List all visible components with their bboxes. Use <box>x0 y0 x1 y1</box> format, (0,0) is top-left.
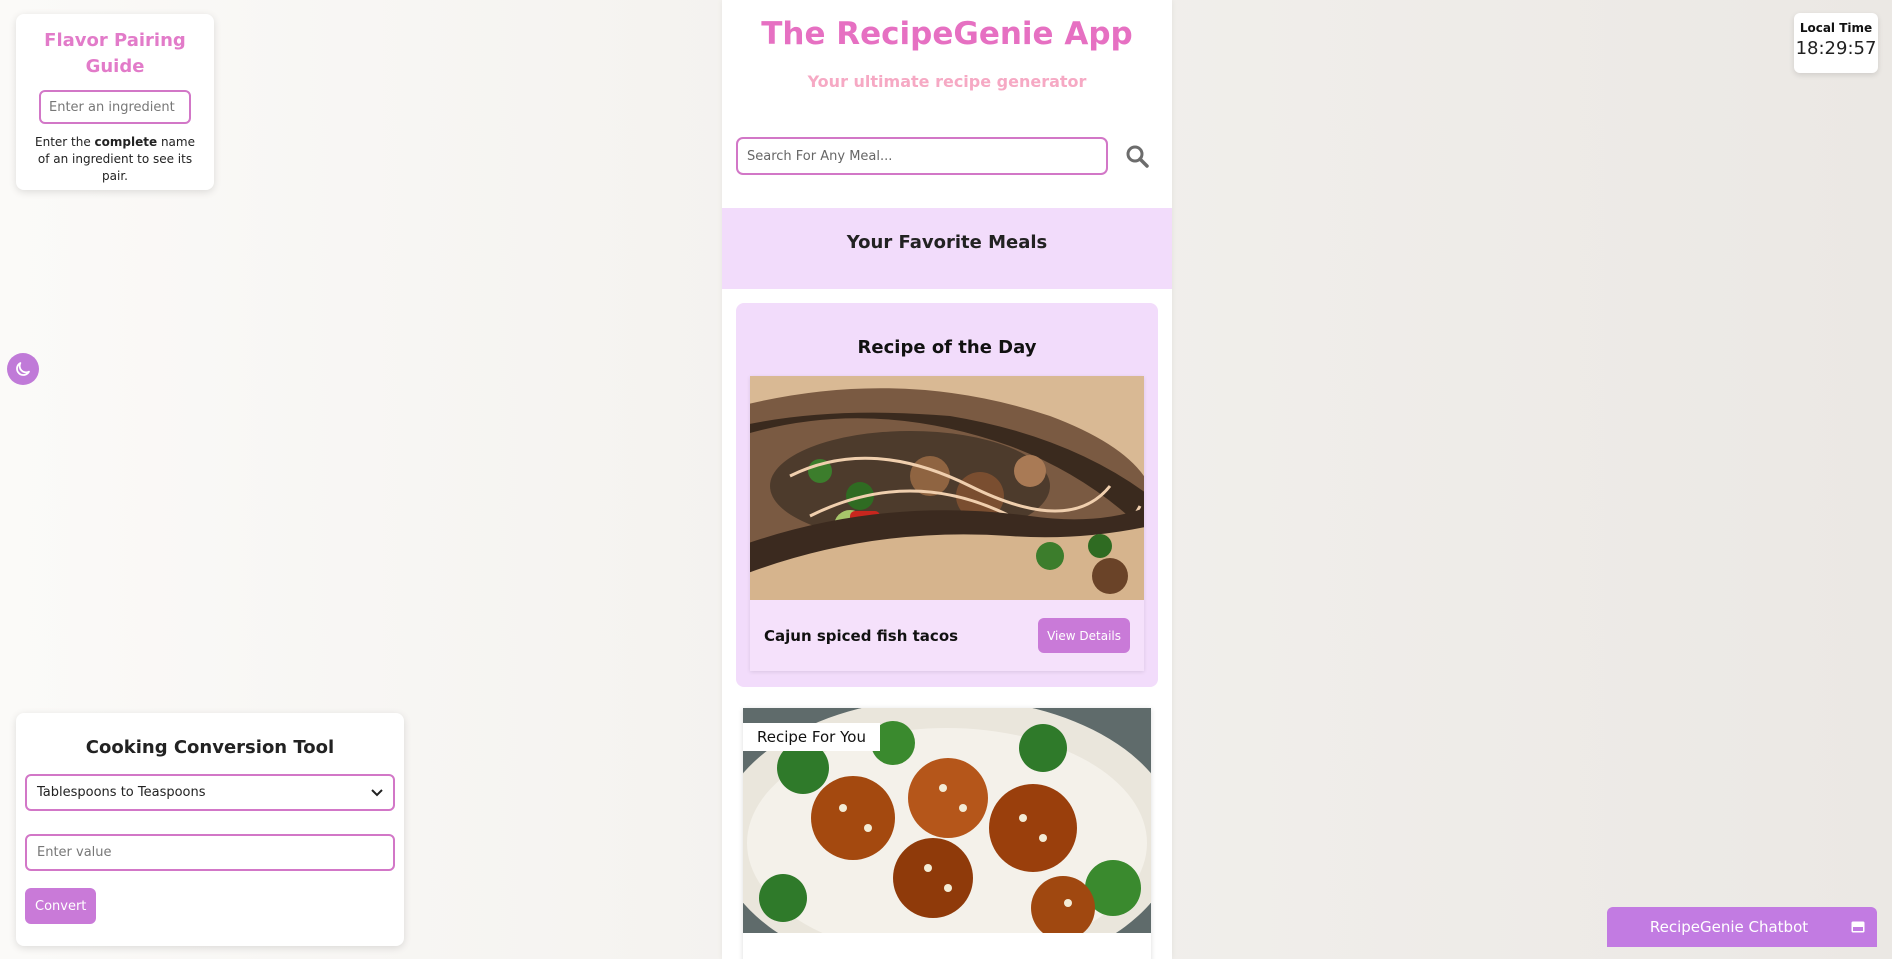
note-text-bold: complete <box>94 135 158 149</box>
dark-mode-toggle[interactable] <box>7 353 39 385</box>
chatbot-label: RecipeGenie Chatbot <box>1649 918 1809 936</box>
app-title: The RecipeGenie App <box>761 16 1133 52</box>
recipe-for-you-badge: Recipe For You <box>743 723 880 751</box>
moon-icon <box>16 362 30 376</box>
favorite-meals-title: Your Favorite Meals <box>846 232 1048 253</box>
main-column: The RecipeGenie App Your ultimate recipe… <box>722 0 1172 959</box>
local-time-value: 18:29:57 <box>1795 38 1877 59</box>
conversion-tool-title: Cooking Conversion Tool <box>85 737 335 758</box>
conversion-tool-card: Cooking Conversion Tool Tablespoons to T… <box>16 713 404 946</box>
meal-search-input[interactable] <box>736 137 1108 175</box>
flavor-pairing-card: Flavor Pairing Guide Enter the complete … <box>16 14 214 190</box>
flavor-pairing-title: Flavor Pairing Guide <box>44 30 186 77</box>
chat-window-icon <box>1851 921 1865 933</box>
recipe-of-the-day-title: Recipe of the Day <box>857 337 1037 358</box>
search-button[interactable] <box>1124 143 1150 169</box>
app-subtitle: Your ultimate recipe generator <box>807 72 1087 91</box>
page: Flavor Pairing Guide Enter the complete … <box>0 0 1892 959</box>
convert-button[interactable]: Convert <box>25 888 97 924</box>
recipe-of-the-day-footer: Cajun spiced fish tacos View Details <box>750 600 1144 671</box>
favorite-meals-section: Your Favorite Meals <box>722 208 1172 289</box>
recipe-for-you-card[interactable]: Recipe For You <box>743 708 1151 959</box>
view-details-button[interactable]: View Details <box>1038 618 1130 653</box>
local-time-label: Local Time <box>1799 21 1873 35</box>
local-time-widget: Local Time 18:29:57 <box>1794 13 1878 73</box>
recipe-of-the-day-card: Recipe of the Day Cajun spiced fish taco… <box>736 303 1158 687</box>
conversion-type-select[interactable]: Tablespoons to Teaspoons <box>25 774 395 811</box>
chatbot-toggle-bar[interactable]: RecipeGenie Chatbot <box>1607 907 1877 947</box>
chevron-down-icon <box>371 788 383 796</box>
recipe-of-the-day-name: Cajun spiced fish tacos <box>764 626 959 645</box>
meal-image-fish-tacos <box>750 376 1144 600</box>
flavor-pairing-note: Enter the complete name of an ingredient… <box>28 134 202 185</box>
conversion-selected-option: Tablespoons to Teaspoons <box>37 785 206 800</box>
note-text-before: Enter the <box>35 135 95 149</box>
ingredient-input[interactable] <box>39 90 191 124</box>
recipe-of-the-day-meal: Cajun spiced fish tacos View Details <box>750 376 1144 671</box>
search-icon <box>1126 145 1149 168</box>
search-bar <box>736 137 1150 175</box>
conversion-value-input[interactable] <box>25 834 395 871</box>
